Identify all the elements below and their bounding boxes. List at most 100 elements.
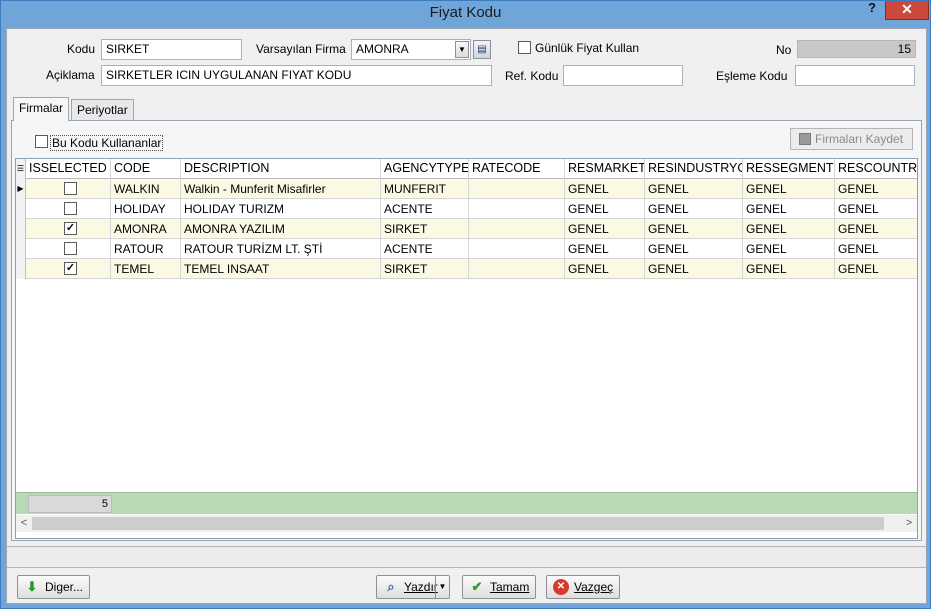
- agencytype-cell[interactable]: SIRKET: [381, 219, 469, 239]
- bu-kodu-checkbox[interactable]: [35, 135, 48, 148]
- description-cell[interactable]: TEMEL INSAAT: [181, 259, 381, 279]
- status-bar: [7, 546, 926, 568]
- ressegment-cell[interactable]: GENEL: [743, 219, 835, 239]
- description-cell[interactable]: HOLIDAY TURIZM: [181, 199, 381, 219]
- chevron-right-icon[interactable]: >: [901, 515, 917, 532]
- row-indicator[interactable]: [16, 239, 26, 259]
- code-cell[interactable]: AMONRA: [111, 219, 181, 239]
- code-cell[interactable]: WALKIN: [111, 179, 181, 199]
- chevron-down-icon[interactable]: ▼: [435, 576, 449, 598]
- rescountry-cell[interactable]: GENEL: [835, 259, 917, 279]
- row-select-checkbox[interactable]: [64, 182, 77, 195]
- agencytype-cell[interactable]: ACENTE: [381, 239, 469, 259]
- description-cell[interactable]: AMONRA YAZILIM: [181, 219, 381, 239]
- row-indicator[interactable]: [16, 199, 26, 219]
- firmalari-kaydet-label: Firmaları Kaydet: [815, 132, 904, 146]
- ratecode-cell[interactable]: [469, 179, 565, 199]
- row-select-checkbox[interactable]: ✓: [64, 222, 77, 235]
- isselected-cell[interactable]: [26, 179, 111, 199]
- isselected-cell[interactable]: ✓: [26, 259, 111, 279]
- ressegment-cell[interactable]: GENEL: [743, 179, 835, 199]
- col-resmarket[interactable]: RESMARKET: [565, 159, 645, 179]
- resindustry-cell[interactable]: GENEL: [645, 219, 743, 239]
- col-isselected[interactable]: ISSELECTED: [26, 159, 111, 179]
- resindustry-cell[interactable]: GENEL: [645, 239, 743, 259]
- tamam-button[interactable]: ✔ Tamam: [462, 575, 537, 599]
- resindustry-cell[interactable]: GENEL: [645, 259, 743, 279]
- firmalar-grid[interactable]: ☰ ISSELECTED CODE DESCRIPTION AGENCYTYPE…: [15, 158, 918, 539]
- resmarket-cell[interactable]: GENEL: [565, 239, 645, 259]
- close-button[interactable]: ✕: [885, 1, 929, 20]
- col-description[interactable]: DESCRIPTION: [181, 159, 381, 179]
- varsayilan-firma-combo[interactable]: AMONRA: [351, 39, 471, 60]
- scrollbar-thumb[interactable]: [32, 517, 884, 530]
- vazgec-button[interactable]: ✕ Vazgeç: [546, 575, 621, 599]
- rescountry-cell[interactable]: GENEL: [835, 219, 917, 239]
- isselected-cell[interactable]: [26, 239, 111, 259]
- agencytype-cell[interactable]: MUNFERIT: [381, 179, 469, 199]
- lookup-icon[interactable]: ▤: [473, 40, 491, 59]
- ressegment-cell[interactable]: GENEL: [743, 239, 835, 259]
- rescountry-cell[interactable]: GENEL: [835, 179, 917, 199]
- horizontal-scrollbar[interactable]: < >: [16, 515, 917, 532]
- kodu-label: Kodu: [67, 42, 96, 56]
- gunluk-fiyat-checkbox[interactable]: [518, 41, 531, 54]
- table-row[interactable]: ▶ WALKIN Walkin - Munferit Misafirler MUNFE…: [16, 179, 917, 199]
- row-select-checkbox[interactable]: [64, 242, 77, 255]
- code-cell[interactable]: TEMEL: [111, 259, 181, 279]
- description-cell[interactable]: Walkin - Munferit Misafirler: [181, 179, 381, 199]
- col-agencytype[interactable]: AGENCYTYPE: [381, 159, 469, 179]
- row-select-checkbox[interactable]: [64, 202, 77, 215]
- diger-button[interactable]: ⬇ Diger...: [17, 575, 91, 599]
- resmarket-cell[interactable]: GENEL: [565, 259, 645, 279]
- esleme-kodu-input[interactable]: [795, 65, 915, 86]
- firmalari-kaydet-button[interactable]: Firmaları Kaydet: [790, 128, 913, 150]
- row-indicator[interactable]: [16, 259, 26, 279]
- ratecode-cell[interactable]: [469, 199, 565, 219]
- ratecode-cell[interactable]: [469, 259, 565, 279]
- resmarket-cell[interactable]: GENEL: [565, 179, 645, 199]
- help-button[interactable]: ?: [861, 1, 883, 19]
- ressegment-cell[interactable]: GENEL: [743, 199, 835, 219]
- tab-periyotlar[interactable]: Periyotlar: [71, 99, 134, 121]
- resindustry-cell[interactable]: GENEL: [645, 179, 743, 199]
- table-row[interactable]: RATOUR RATOUR TURİZM LT. ŞTİ ACENTE GENEL GE…: [16, 239, 917, 259]
- yazdir-button[interactable]: ⌕ Yazdır ▼: [376, 575, 450, 599]
- ref-kodu-input[interactable]: [563, 65, 683, 86]
- col-resindustry[interactable]: RESINDUSTRYC: [645, 159, 743, 179]
- row-select-checkbox[interactable]: ✓: [64, 262, 77, 275]
- title-bar[interactable]: Fiyat Kodu ? ✕: [1, 1, 930, 27]
- aciklama-input[interactable]: SIRKETLER ICIN UYGULANAN FIYAT KODU: [101, 65, 492, 86]
- ref-kodu-label: Ref. Kodu: [505, 69, 559, 83]
- resindustry-cell[interactable]: GENEL: [645, 199, 743, 219]
- rescountry-cell[interactable]: GENEL: [835, 239, 917, 259]
- description-cell[interactable]: RATOUR TURİZM LT. ŞTİ: [181, 239, 381, 259]
- code-cell[interactable]: HOLIDAY: [111, 199, 181, 219]
- col-ratecode[interactable]: RATECODE: [469, 159, 565, 179]
- table-row[interactable]: HOLIDAY HOLIDAY TURIZM ACENTE GENEL GENEL GEN…: [16, 199, 917, 219]
- rescountry-cell[interactable]: GENEL: [835, 199, 917, 219]
- isselected-cell[interactable]: ✓: [26, 219, 111, 239]
- resmarket-cell[interactable]: GENEL: [565, 199, 645, 219]
- ratecode-cell[interactable]: [469, 239, 565, 259]
- chevron-left-icon[interactable]: <: [16, 515, 32, 532]
- col-code[interactable]: CODE: [111, 159, 181, 179]
- ratecode-cell[interactable]: [469, 219, 565, 239]
- agencytype-cell[interactable]: SIRKET: [381, 259, 469, 279]
- tab-firmalar[interactable]: Firmalar: [13, 97, 69, 121]
- aciklama-label: Açiklama: [46, 68, 95, 82]
- agencytype-cell[interactable]: ACENTE: [381, 199, 469, 219]
- resmarket-cell[interactable]: GENEL: [565, 219, 645, 239]
- chevron-down-icon[interactable]: ▼: [455, 41, 469, 58]
- col-rescountry[interactable]: RESCOUNTRY: [835, 159, 917, 179]
- col-ressegment[interactable]: RESSEGMENTC: [743, 159, 835, 179]
- isselected-cell[interactable]: [26, 199, 111, 219]
- kodu-input[interactable]: SIRKET: [101, 39, 242, 60]
- current-row-indicator-icon[interactable]: ▶: [16, 179, 26, 199]
- code-cell[interactable]: RATOUR: [111, 239, 181, 259]
- row-indicator[interactable]: [16, 219, 26, 239]
- ressegment-cell[interactable]: GENEL: [743, 259, 835, 279]
- table-row[interactable]: ✓ TEMEL TEMEL INSAAT SIRKET GENEL GENEL GENEL G…: [16, 259, 917, 279]
- table-row[interactable]: ✓ AMONRA AMONRA YAZILIM SIRKET GENEL GENEL GEN…: [16, 219, 917, 239]
- column-chooser-icon[interactable]: ☰: [16, 159, 26, 179]
